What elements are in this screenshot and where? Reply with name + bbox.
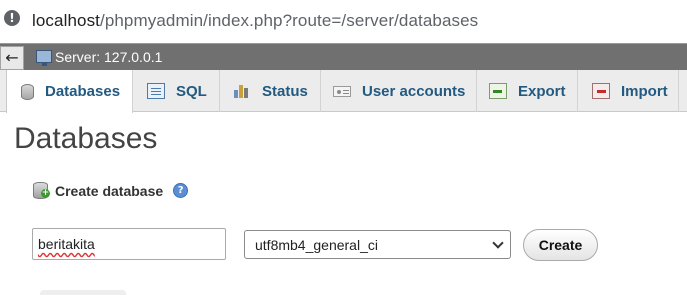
tab-label: Import	[621, 82, 668, 100]
tab-import[interactable]: Import	[578, 70, 679, 112]
back-arrow-icon[interactable]: ←	[0, 46, 24, 70]
sql-icon	[147, 83, 165, 99]
tab-label: Databases	[45, 83, 121, 100]
tab-label: SQL	[176, 82, 207, 100]
database-add-icon	[33, 182, 50, 199]
server-breadcrumb-bar: ← Server: 127.0.0.1	[0, 43, 687, 70]
chevron-down-icon	[492, 237, 504, 249]
collation-select[interactable]: utf8mb4_general_ci	[244, 230, 511, 259]
tab-sql[interactable]: SQL	[133, 70, 220, 112]
site-info-icon[interactable]	[4, 10, 20, 26]
tab-label: Export	[518, 82, 566, 100]
export-icon	[489, 83, 507, 99]
url-path: /phpmyadmin/index.php?route=/server/data…	[100, 11, 479, 30]
user-accounts-icon	[333, 85, 351, 97]
create-button[interactable]: Create	[523, 229, 598, 261]
server-icon	[36, 50, 52, 66]
database-name-input[interactable]: beritakita	[32, 228, 226, 260]
tab-label: User accounts	[362, 82, 466, 100]
url-host: localhost	[32, 11, 100, 30]
top-nav-tabs: Databases SQL Status User accounts Expor…	[0, 70, 687, 113]
create-database-heading: Create database ?	[33, 182, 189, 199]
import-icon	[592, 83, 610, 99]
tab-databases[interactable]: Databases	[6, 70, 133, 113]
database-icon	[21, 83, 34, 100]
collation-selected-value: utf8mb4_general_ci	[255, 236, 378, 253]
tab-label: Status	[262, 82, 308, 100]
status-chart-icon	[233, 83, 251, 99]
server-label[interactable]: Server: 127.0.0.1	[55, 49, 162, 65]
tab-status[interactable]: Status	[220, 70, 321, 112]
url-text[interactable]: localhost/phpmyadmin/index.php?route=/se…	[32, 11, 478, 31]
database-name-value: beritakita	[38, 236, 95, 252]
partial-element-below	[40, 290, 126, 295]
page-title: Databases	[14, 122, 158, 155]
create-database-label: Create database	[55, 182, 164, 199]
tab-user-accounts[interactable]: User accounts	[321, 70, 477, 112]
browser-address-bar[interactable]: localhost/phpmyadmin/index.php?route=/se…	[0, 0, 687, 42]
help-icon[interactable]: ?	[173, 183, 189, 198]
tab-export[interactable]: Export	[477, 70, 578, 112]
